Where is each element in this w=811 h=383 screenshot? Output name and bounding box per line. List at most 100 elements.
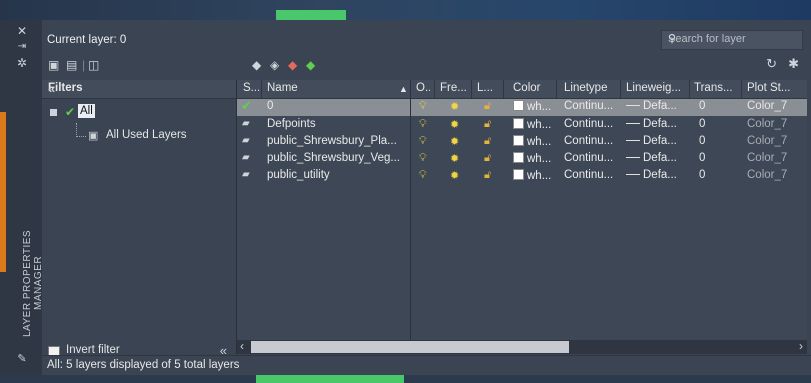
layer-linetype[interactable]: Continu...	[564, 100, 620, 112]
layer-states-icon[interactable]: ◫	[88, 58, 99, 74]
layer-grid: S... Name ▲ O... Fre... L... Color Linet…	[237, 80, 807, 340]
column-header-status[interactable]: S...	[243, 82, 259, 94]
table-row[interactable]: ✔ 0 💡︎ ✹ 🔓︎ wh... Continu... Defa... 0 C…	[237, 98, 807, 116]
table-row[interactable]: ▰ public_Shrewsbury_Veg... 💡︎ ✹ 🔓︎ wh...…	[237, 151, 807, 168]
frozen-column-divider	[410, 80, 411, 340]
table-row[interactable]: ▰ public_utility 💡︎ ✹ 🔓︎ wh... Continu..…	[237, 168, 807, 185]
column-header-linetype[interactable]: Linetype	[564, 82, 614, 94]
collapse-filters-icon[interactable]: «	[48, 81, 230, 96]
layer-name[interactable]: public_Shrewsbury_Pla...	[267, 135, 407, 147]
layer-transparency[interactable]: 0	[699, 135, 729, 147]
layer-plot-style: Color_7	[747, 100, 788, 112]
layer-linetype[interactable]: Continu...	[564, 118, 620, 130]
column-header-freeze[interactable]: Fre...	[440, 82, 466, 94]
filter-label-all: All	[78, 104, 95, 118]
unlock-icon[interactable]: 🔓︎	[484, 100, 491, 113]
unlock-icon[interactable]: 🔓︎	[484, 152, 491, 165]
layer-linetype[interactable]: Continu...	[564, 135, 620, 147]
properties-icon[interactable]: ✲	[16, 56, 28, 70]
search-icon[interactable]: ⚲	[668, 32, 798, 45]
current-layer-label: Current layer: 0	[47, 34, 127, 46]
current-layer-check-icon: ✔	[241, 98, 252, 113]
layer-transparency[interactable]: 0	[699, 152, 729, 164]
layer-lineweight[interactable]: Defa...	[626, 152, 688, 164]
column-separator	[689, 80, 690, 98]
layer-name[interactable]: public_Shrewsbury_Veg...	[267, 152, 407, 164]
scrollbar-thumb[interactable]	[251, 341, 569, 353]
tree-connector	[76, 123, 78, 137]
layer-transparency[interactable]: 0	[699, 118, 729, 130]
column-separator	[556, 80, 557, 98]
green-strip	[256, 375, 404, 383]
layer-properties-palette: ✕ ⇥ ✲ LAYER PROPERTIES MANAGER ✎ Current…	[0, 20, 811, 376]
unlock-icon[interactable]: 🔓︎	[484, 169, 491, 182]
column-header-name[interactable]: Name	[267, 82, 377, 94]
on-bulb-icon[interactable]: 💡︎	[419, 152, 427, 165]
layer-name[interactable]: 0	[267, 100, 407, 112]
column-header-plot-style[interactable]: Plot St...	[747, 82, 803, 94]
new-layer-icon[interactable]: ◆	[252, 58, 261, 74]
scroll-right-icon[interactable]: ›	[799, 339, 803, 353]
column-separator	[434, 80, 435, 98]
settings-icon[interactable]: ✱	[788, 56, 799, 72]
layer-plot-style: Color_7	[747, 118, 788, 130]
unlock-icon[interactable]: 🔓︎	[484, 135, 491, 148]
layer-color[interactable]: wh...	[513, 135, 555, 148]
new-layer-vp-frozen-icon[interactable]: ◈	[270, 58, 279, 74]
palette-title-bar[interactable]: ✕ ⇥ ✲ LAYER PROPERTIES MANAGER ✎	[0, 20, 44, 375]
thaw-sun-icon[interactable]: ✹	[450, 135, 459, 148]
search-layer-input[interactable]: Search for layer ⚲	[661, 30, 803, 50]
refresh-icon[interactable]: ↻	[766, 56, 777, 72]
layer-color[interactable]: wh...	[513, 100, 555, 113]
column-header-transparency[interactable]: Trans...	[694, 82, 734, 94]
layer-color[interactable]: wh...	[513, 169, 555, 182]
close-icon[interactable]: ✕	[16, 24, 28, 38]
layer-color[interactable]: wh...	[513, 118, 555, 131]
on-bulb-icon[interactable]: 💡︎	[419, 100, 427, 113]
table-row[interactable]: ▰ public_Shrewsbury_Pla... 💡︎ ✹ 🔓︎ wh...…	[237, 134, 807, 151]
layer-lineweight[interactable]: Defa...	[626, 135, 688, 147]
column-separator	[471, 80, 472, 98]
lineweight-sample	[626, 157, 640, 158]
tree-expand-icon[interactable]	[50, 109, 57, 116]
layer-lineweight[interactable]: Defa...	[626, 169, 688, 181]
on-bulb-icon[interactable]: 💡︎	[419, 118, 427, 131]
layer-linetype[interactable]: Continu...	[564, 169, 620, 181]
new-group-filter-icon[interactable]: ▤	[66, 58, 77, 74]
layer-name[interactable]: public_utility	[267, 169, 407, 181]
column-header-on[interactable]: O...	[416, 82, 430, 94]
drawing-background-bottom	[0, 375, 811, 383]
thaw-sun-icon[interactable]: ✹	[450, 118, 459, 131]
layer-transparency[interactable]: 0	[699, 169, 729, 181]
palette-menu-icon[interactable]: ✎	[16, 352, 28, 366]
layer-transparency[interactable]: 0	[699, 100, 729, 112]
scroll-left-icon[interactable]: ‹	[240, 339, 244, 353]
all-filter-icon: ✔	[65, 105, 76, 119]
table-row[interactable]: ▰ Defpoints 💡︎ ✹ 🔓︎ wh... Continu... Def…	[237, 117, 807, 134]
thaw-sun-icon[interactable]: ✹	[450, 100, 459, 113]
column-header-lock[interactable]: L...	[477, 82, 497, 94]
on-bulb-icon[interactable]: 💡︎	[419, 169, 427, 182]
thaw-sun-icon[interactable]: ✹	[450, 169, 459, 182]
color-swatch	[513, 118, 524, 129]
green-strip	[276, 10, 346, 20]
column-header-lineweight[interactable]: Lineweig...	[626, 82, 684, 94]
layer-status-icon: ▰	[242, 118, 250, 129]
lineweight-sample	[626, 123, 640, 124]
unlock-icon[interactable]: 🔓︎	[484, 118, 491, 131]
auto-hide-icon[interactable]: ⇥	[16, 40, 28, 54]
layer-lineweight[interactable]: Defa...	[626, 100, 688, 112]
delete-layer-icon[interactable]: ◆	[288, 58, 297, 74]
drawing-background-top	[0, 0, 811, 20]
layer-name[interactable]: Defpoints	[267, 118, 407, 130]
layer-color[interactable]: wh...	[513, 152, 555, 165]
on-bulb-icon[interactable]: 💡︎	[419, 135, 427, 148]
color-swatch	[513, 100, 524, 111]
layer-lineweight[interactable]: Defa...	[626, 118, 688, 130]
layer-linetype[interactable]: Continu...	[564, 152, 620, 164]
set-current-icon[interactable]: ◆	[306, 58, 315, 74]
horizontal-scrollbar[interactable]: ‹ ›	[237, 339, 807, 354]
column-header-color[interactable]: Color	[513, 82, 553, 94]
thaw-sun-icon[interactable]: ✹	[450, 152, 459, 165]
new-property-filter-icon[interactable]: ▣	[48, 58, 59, 74]
